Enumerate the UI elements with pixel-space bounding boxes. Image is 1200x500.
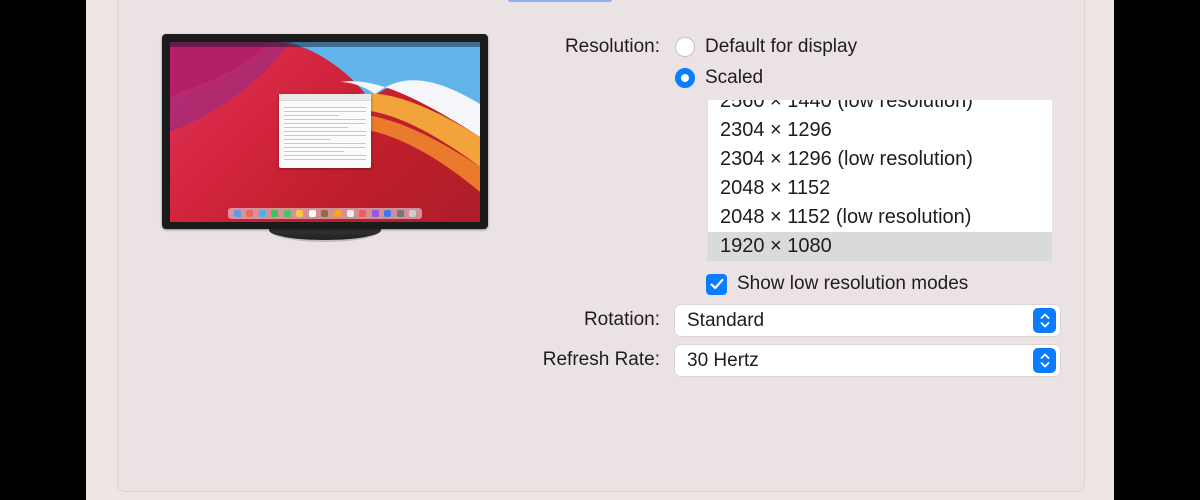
resolution-mode-item[interactable]: 2560 × 1440 (low resolution) (708, 100, 1052, 116)
desktop-menu-bar (170, 42, 480, 47)
resolution-mode-list[interactable]: 2560 × 1440 (low resolution) 2304 × 1296… (707, 100, 1052, 261)
radio-button[interactable] (675, 37, 695, 57)
radio-default-for-display[interactable]: Default for display (675, 36, 857, 58)
radio-scaled[interactable]: Scaled (675, 67, 763, 89)
radio-button[interactable] (675, 68, 695, 88)
refresh-rate-value: 30 Hertz (687, 350, 759, 371)
desktop-wallpaper (170, 42, 480, 222)
resolution-mode-item-selected[interactable]: 1920 × 1080 (708, 232, 1052, 261)
refresh-rate-label: Refresh Rate: (542, 349, 660, 370)
resolution-mode-item[interactable]: 2304 × 1296 (708, 116, 1052, 145)
resolution-mode-item[interactable]: 2304 × 1296 (low resolution) (708, 145, 1052, 174)
resolution-label: Resolution: (564, 36, 660, 57)
display-preview (162, 34, 488, 242)
rotation-select[interactable]: Standard (675, 305, 1060, 336)
monitor-bezel (162, 34, 488, 229)
checkbox[interactable] (706, 273, 727, 295)
refresh-rate-select[interactable]: 30 Hertz (675, 345, 1060, 376)
checkmark-icon (709, 278, 724, 290)
show-low-resolution-modes[interactable]: Show low resolution modes (706, 273, 968, 295)
up-down-chevron-icon (1033, 348, 1056, 373)
dock (228, 208, 422, 219)
resolution-mode-item[interactable]: 2048 × 1152 (low resolution) (708, 203, 1052, 232)
up-down-chevron-icon (1033, 308, 1056, 333)
radio-label: Default for display (705, 36, 858, 57)
rotation-value: Standard (687, 310, 765, 331)
document-window-thumbnail (279, 94, 371, 168)
monitor-stand (269, 227, 381, 242)
rotation-label: Rotation: (583, 309, 660, 330)
selected-tab-indicator (508, 0, 612, 2)
checkbox-label: Show low resolution modes (737, 273, 969, 294)
radio-label: Scaled (705, 67, 764, 88)
resolution-mode-item[interactable]: 2048 × 1152 (708, 174, 1052, 203)
